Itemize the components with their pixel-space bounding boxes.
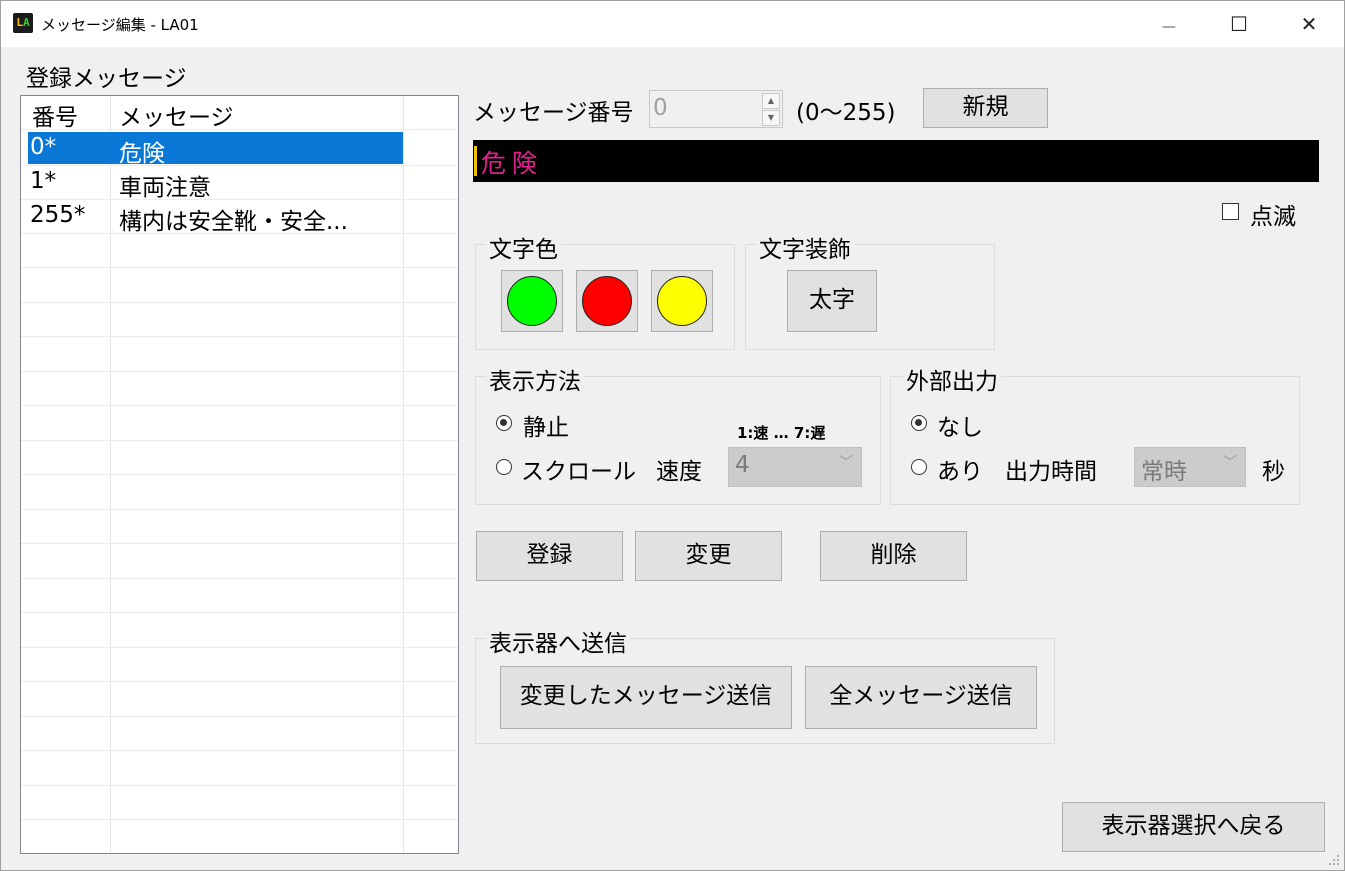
green-dot — [507, 276, 557, 326]
empty-list-row — [21, 234, 458, 268]
minimize-icon: — — [1162, 19, 1176, 35]
yellow-dot — [657, 276, 707, 326]
empty-list-row — [21, 786, 458, 820]
send-all-button[interactable]: 全メッセージ送信 — [805, 666, 1037, 729]
message-edit-window: LA メッセージ編集 - LA01 — ☐ ✕ 登録メッセージ 番号 メッセージ… — [0, 0, 1345, 871]
message-list[interactable]: 番号 メッセージ 0* 危険 1* 車両注意 255* 構内は安全靴・安全... — [20, 95, 459, 854]
send-group-title: 表示器へ送信 — [486, 624, 630, 658]
empty-list-row — [21, 648, 458, 682]
title-bar: LA メッセージ編集 - LA01 — ☐ ✕ — [1, 1, 1344, 47]
number-range-text: (0〜255) — [796, 100, 896, 126]
list-item-message: 危険 — [119, 141, 165, 167]
static-label[interactable]: 静止 — [523, 408, 569, 442]
send-changed-button[interactable]: 変更したメッセージ送信 — [500, 666, 792, 729]
empty-list-row — [21, 545, 458, 579]
list-item-message: 車両注意 — [119, 175, 211, 201]
static-radio[interactable] — [496, 415, 512, 431]
output-time-value: 常時 — [1141, 459, 1187, 485]
list-header: 番号 メッセージ — [21, 96, 458, 132]
delete-button[interactable]: 削除 — [820, 531, 967, 581]
output-time-select[interactable]: 常時 ﹀ — [1134, 447, 1246, 487]
chevron-down-icon: ﹀ — [1223, 455, 1237, 471]
empty-list-row — [21, 717, 458, 751]
display-method-title: 表示方法 — [486, 362, 584, 396]
list-item[interactable]: 255* 構内は安全靴・安全... — [21, 200, 458, 235]
external-output-title: 外部出力 — [903, 362, 1001, 396]
close-icon: ✕ — [1300, 12, 1318, 36]
speed-value: 4 — [735, 452, 750, 478]
empty-list-row — [21, 752, 458, 786]
empty-list-row — [21, 338, 458, 372]
output-time-label: 出力時間 — [1005, 459, 1097, 485]
empty-list-row — [21, 821, 458, 854]
preview-caret — [474, 146, 477, 176]
minimize-button[interactable]: — — [1134, 1, 1204, 47]
list-item[interactable]: 1* 車両注意 — [21, 166, 458, 201]
red-dot — [582, 276, 632, 326]
blink-label[interactable]: 点滅 — [1250, 197, 1296, 231]
color-red-button[interactable] — [576, 270, 638, 332]
header-message[interactable]: メッセージ — [119, 98, 234, 132]
bold-button[interactable]: 太字 — [787, 270, 877, 332]
selection-highlight — [28, 132, 403, 164]
scroll-label[interactable]: スクロール — [521, 452, 636, 486]
maximize-button[interactable]: ☐ — [1204, 1, 1274, 47]
back-to-display-select-button[interactable]: 表示器選択へ戻る — [1062, 802, 1325, 852]
blink-checkbox[interactable] — [1222, 203, 1239, 220]
color-green-button[interactable] — [501, 270, 563, 332]
list-item-number: 255* — [30, 202, 86, 228]
list-item-message: 構内は安全靴・安全... — [119, 209, 348, 235]
message-number-value[interactable]: 0 — [653, 95, 668, 121]
preview-text: 危険 — [481, 149, 544, 178]
new-button[interactable]: 新規 — [923, 88, 1048, 128]
text-decoration-title: 文字装飾 — [756, 230, 854, 264]
list-item-number: 0* — [30, 134, 57, 160]
empty-list-row — [21, 441, 458, 475]
speed-select[interactable]: 4 ﹀ — [728, 447, 862, 487]
message-number-label: メッセージ番号 — [473, 100, 634, 126]
output-yes-radio[interactable] — [911, 459, 927, 475]
empty-list-row — [21, 579, 458, 613]
message-number-spinner[interactable]: 0 ▲ ▼ — [649, 90, 783, 128]
empty-list-row — [21, 510, 458, 544]
header-number[interactable]: 番号 — [32, 98, 78, 132]
scroll-radio[interactable] — [496, 459, 512, 475]
register-button[interactable]: 登録 — [476, 531, 623, 581]
empty-list-row — [21, 269, 458, 303]
output-none-radio[interactable] — [911, 415, 927, 431]
registered-messages-caption: 登録メッセージ — [26, 66, 187, 92]
maximize-icon: ☐ — [1230, 12, 1248, 36]
empty-list-row — [21, 303, 458, 337]
list-item[interactable]: 0* 危険 — [21, 132, 458, 167]
empty-list-row — [21, 683, 458, 717]
empty-list-row — [21, 372, 458, 406]
speed-hint: 1:速 … 7:遅 — [737, 424, 826, 442]
empty-list-row — [21, 614, 458, 648]
color-yellow-button[interactable] — [651, 270, 713, 332]
speed-label: 速度 — [656, 459, 702, 485]
output-yes-label[interactable]: あり — [937, 452, 983, 486]
list-item-number: 1* — [30, 168, 57, 194]
app-icon: LA — [13, 13, 33, 33]
spin-up-icon[interactable]: ▲ — [762, 93, 780, 109]
output-none-label[interactable]: なし — [937, 408, 983, 442]
change-button[interactable]: 変更 — [635, 531, 782, 581]
text-color-title: 文字色 — [486, 230, 561, 264]
resize-grip-icon[interactable] — [1328, 854, 1340, 866]
empty-list-row — [21, 476, 458, 510]
close-button[interactable]: ✕ — [1274, 1, 1344, 47]
seconds-unit: 秒 — [1262, 459, 1285, 485]
spin-down-icon[interactable]: ▼ — [762, 110, 780, 126]
message-preview: 危険 — [473, 140, 1319, 182]
chevron-down-icon: ﹀ — [839, 455, 853, 471]
empty-list-row — [21, 407, 458, 441]
window-title: メッセージ編集 - LA01 — [41, 16, 199, 34]
